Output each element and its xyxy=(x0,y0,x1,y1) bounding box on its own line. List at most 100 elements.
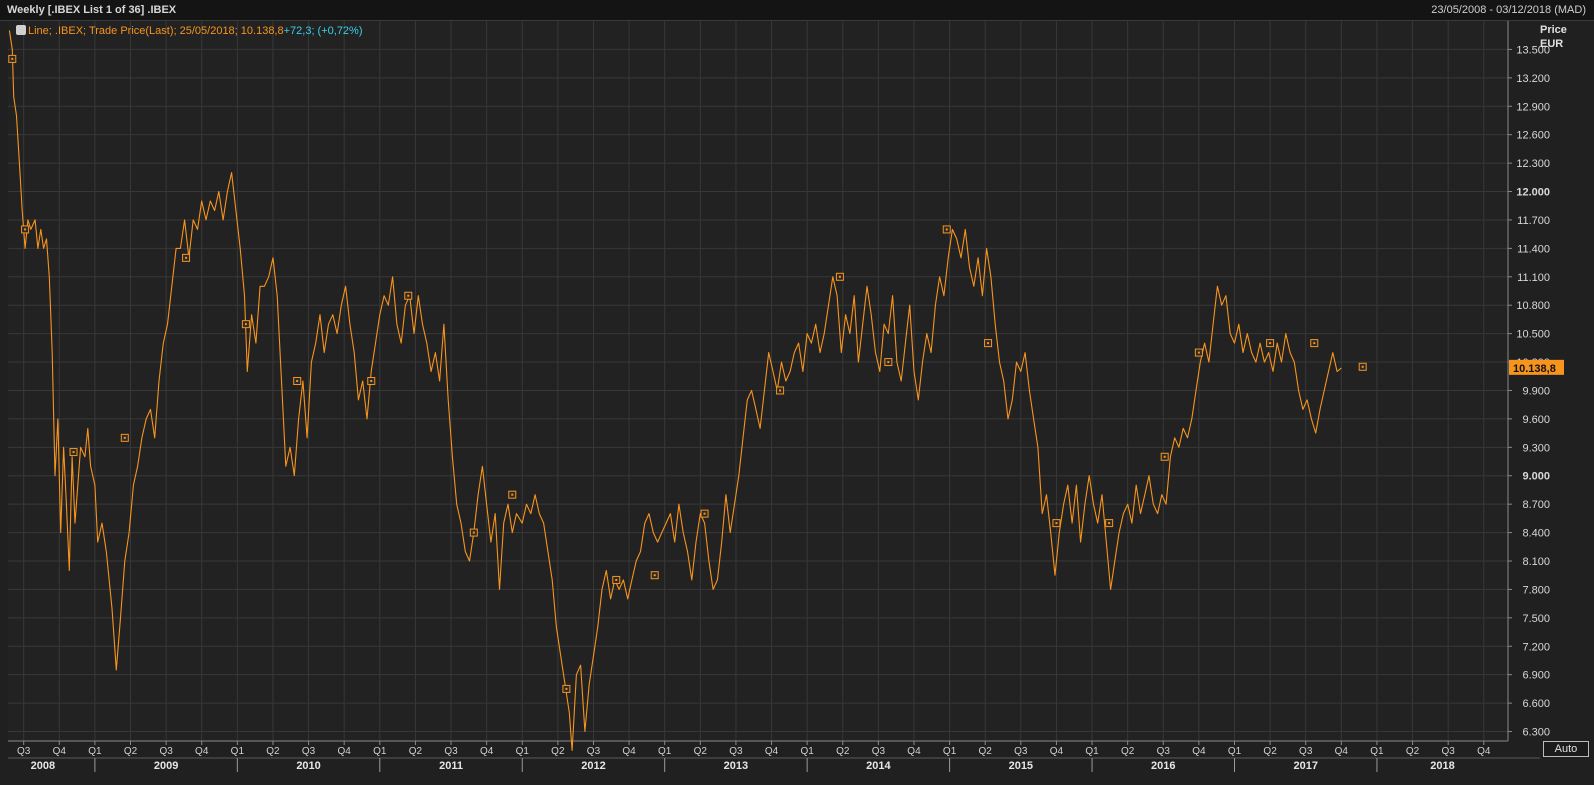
plot-area xyxy=(8,21,1508,741)
quarter-label: Q3 xyxy=(729,746,743,757)
event-marker-dot xyxy=(703,512,706,515)
quarter-label: Q1 xyxy=(943,746,957,757)
quarter-label: Q1 xyxy=(1228,746,1242,757)
y-tick-label: 8.400 xyxy=(1522,528,1550,540)
quarter-label: Q2 xyxy=(1121,746,1135,757)
auto-scale-button[interactable]: Auto xyxy=(1543,741,1589,757)
event-marker-dot xyxy=(615,578,618,581)
y-tick-label: 6.300 xyxy=(1522,727,1550,739)
y-tick-label: 9.000 xyxy=(1522,471,1550,483)
event-marker-dot xyxy=(987,342,990,345)
event-marker-dot xyxy=(1108,522,1111,525)
quarter-label: Q1 xyxy=(373,746,387,757)
quarter-label: Q4 xyxy=(53,746,67,757)
quarter-label: Q2 xyxy=(266,746,280,757)
quarter-label: Q4 xyxy=(1335,746,1349,757)
y-tick-label: 7.800 xyxy=(1522,584,1550,596)
quarter-label: Q3 xyxy=(1014,746,1028,757)
year-label: 2017 xyxy=(1293,760,1317,772)
quarter-label: Q4 xyxy=(480,746,494,757)
y-tick-label: 6.900 xyxy=(1522,670,1550,682)
quarter-label: Q2 xyxy=(124,746,138,757)
quarter-label: Q2 xyxy=(1263,746,1277,757)
event-marker-dot xyxy=(72,451,75,454)
quarter-label: Q3 xyxy=(444,746,458,757)
quarter-label: Q4 xyxy=(338,746,352,757)
event-marker-dot xyxy=(511,493,514,496)
quarter-label: Q2 xyxy=(409,746,423,757)
quarter-label: Q3 xyxy=(1441,746,1455,757)
quarter-label: Q1 xyxy=(1085,746,1099,757)
quarter-label: Q1 xyxy=(800,746,814,757)
event-marker-dot xyxy=(1055,522,1058,525)
y-tick-label: 9.300 xyxy=(1522,442,1550,454)
event-marker-dot xyxy=(1269,342,1272,345)
event-marker-dot xyxy=(244,323,247,326)
legend-change: +72,3; (+0,72%) xyxy=(283,25,363,37)
quarter-label: Q4 xyxy=(622,746,636,757)
y-tick-label: 6.600 xyxy=(1522,698,1550,710)
legend-settings-icon[interactable] xyxy=(16,25,26,35)
quarter-label: Q4 xyxy=(907,746,921,757)
legend[interactable]: Line; .IBEX; Trade Price(Last); 25/05/20… xyxy=(16,25,363,37)
y-tick-label: 9.600 xyxy=(1522,414,1550,426)
y-tick-label: 10.800 xyxy=(1516,300,1550,312)
year-label: 2015 xyxy=(1009,760,1033,772)
y-tick-label: 11.700 xyxy=(1517,215,1550,227)
quarter-label: Q2 xyxy=(1406,746,1420,757)
event-marker-dot xyxy=(370,380,373,382)
quarter-label: Q3 xyxy=(159,746,173,757)
y-tick-label: 13.200 xyxy=(1516,73,1550,85)
event-marker-dot xyxy=(565,687,568,690)
y-tick-label: 12.300 xyxy=(1516,158,1550,170)
event-marker-dot xyxy=(838,275,841,278)
quarter-label: Q4 xyxy=(1050,746,1064,757)
event-marker-dot xyxy=(1163,455,1166,458)
event-marker-dot xyxy=(24,228,27,231)
event-marker-dot xyxy=(945,228,948,231)
quarter-label: Q1 xyxy=(88,746,102,757)
y-tick-label: 7.500 xyxy=(1522,613,1550,625)
y-tick-label: 12.000 xyxy=(1516,187,1550,199)
chart-plot[interactable]: Q3 Q4 Q1 Q2 Q3 Q4 Q1 Q2 Q3 Q4 Q1 Q2 Q3 Q4 Q1 Q2 Q3 Q4 Q1 Q2… xyxy=(0,0,1594,785)
year-label: 2013 xyxy=(724,760,748,772)
quarter-label: Q2 xyxy=(551,746,565,757)
event-marker-dot xyxy=(296,380,299,382)
quarter-label: Q4 xyxy=(1192,746,1206,757)
y-tick-label: 9.900 xyxy=(1522,385,1550,397)
event-marker-dot xyxy=(1313,342,1316,345)
y-tick-label: 7.200 xyxy=(1522,641,1550,653)
quarter-label: Q4 xyxy=(1477,746,1491,757)
y-axis: 6.300 6.600 6.900 7.200 7.500 7.800 8.100 8.400… xyxy=(1507,21,1550,741)
quarter-label: Q2 xyxy=(836,746,850,757)
event-marker-dot xyxy=(407,294,410,297)
event-marker-dot xyxy=(1197,351,1200,354)
event-marker-dot xyxy=(887,361,890,364)
year-label: 2016 xyxy=(1151,760,1175,772)
year-label: 2018 xyxy=(1430,760,1454,772)
y-axis-title-price: Price xyxy=(1540,24,1567,36)
year-label: 2012 xyxy=(581,760,605,772)
y-tick-label: 10.500 xyxy=(1516,329,1550,341)
event-marker-dot xyxy=(11,57,14,60)
y-tick-label: 12.600 xyxy=(1516,130,1550,142)
event-marker-dot xyxy=(779,389,782,392)
quarter-label: Q2 xyxy=(694,746,708,757)
quarter-label: Q1 xyxy=(516,746,530,757)
y-axis-title: Price EUR xyxy=(1540,23,1567,51)
chart-window: Weekly [.IBEX List 1 of 36] .IBEX 23/05/… xyxy=(0,0,1594,785)
year-label: 2011 xyxy=(439,760,463,772)
quarter-label: Q3 xyxy=(1299,746,1313,757)
quarter-label: Q2 xyxy=(979,746,993,757)
y-tick-label: 8.700 xyxy=(1522,499,1550,511)
event-marker-dot xyxy=(185,256,188,259)
event-marker-dot xyxy=(472,531,475,534)
year-label: 2008 xyxy=(31,760,55,772)
quarter-label: Q3 xyxy=(17,746,31,757)
event-marker-dot xyxy=(123,436,126,439)
y-axis-title-currency: EUR xyxy=(1540,38,1564,50)
quarter-label: Q1 xyxy=(658,746,672,757)
quarter-label: Q3 xyxy=(1157,746,1171,757)
current-value-label: 10.138,8 xyxy=(1513,363,1556,375)
quarter-label: Q3 xyxy=(872,746,886,757)
